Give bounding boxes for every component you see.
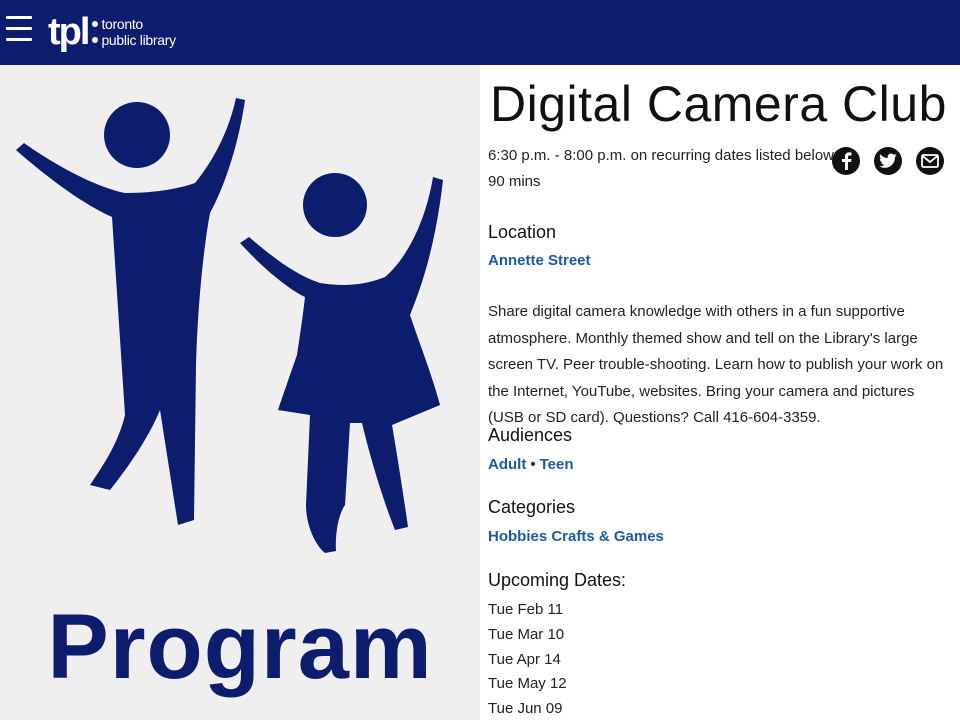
page-title: Digital Camera Club bbox=[490, 76, 947, 132]
hamburger-menu-icon[interactable] bbox=[6, 16, 32, 44]
upcoming-dates-list: Tue Feb 11 Tue Mar 10 Tue Apr 14 Tue May… bbox=[488, 598, 567, 720]
logo-mark: tpl bbox=[48, 11, 90, 53]
categories-heading: Categories bbox=[488, 497, 576, 517]
audience-link-adult[interactable]: Adult bbox=[488, 456, 526, 473]
program-hero-image: Program bbox=[0, 65, 480, 720]
twitter-icon[interactable] bbox=[874, 147, 902, 175]
event-time: 6:30 p.m. - 8:00 p.m. on recurring dates… bbox=[488, 147, 835, 164]
list-item: Tue Mar 10 bbox=[488, 625, 565, 643]
facebook-icon[interactable] bbox=[832, 147, 860, 175]
list-item: Tue Feb 11 bbox=[488, 601, 564, 618]
event-duration: 90 mins bbox=[488, 173, 541, 190]
audiences-heading: Audiences bbox=[488, 425, 573, 445]
category-link[interactable]: Hobbies Crafts & Games bbox=[488, 528, 664, 545]
audience-link-teen[interactable]: Teen bbox=[540, 456, 574, 473]
email-icon[interactable] bbox=[916, 147, 944, 175]
logo-line-2: public library bbox=[101, 32, 176, 48]
site-header: tpl toronto public library bbox=[0, 0, 960, 65]
list-item: Tue May 12 bbox=[488, 675, 567, 693]
people-jumping-icon bbox=[16, 98, 443, 553]
location-link[interactable]: Annette Street bbox=[488, 252, 591, 269]
program-label: Program bbox=[47, 596, 433, 698]
audiences-list: Adult • Teen bbox=[488, 456, 574, 473]
list-item: Tue Apr 14 bbox=[488, 650, 561, 668]
event-details: Digital Camera Club 6:30 p.m. - 8:00 p.m… bbox=[488, 65, 956, 720]
tpl-logo[interactable]: tpl toronto public library bbox=[48, 8, 176, 56]
logo-line-1: toronto bbox=[101, 16, 143, 32]
event-description: Share digital camera knowledge with othe… bbox=[488, 303, 944, 426]
audience-separator: • bbox=[530, 456, 536, 473]
list-item: Tue Jun 09 bbox=[488, 700, 563, 718]
share-buttons bbox=[832, 147, 944, 175]
upcoming-dates-heading: Upcoming Dates: bbox=[488, 570, 627, 590]
location-heading: Location bbox=[488, 222, 557, 242]
